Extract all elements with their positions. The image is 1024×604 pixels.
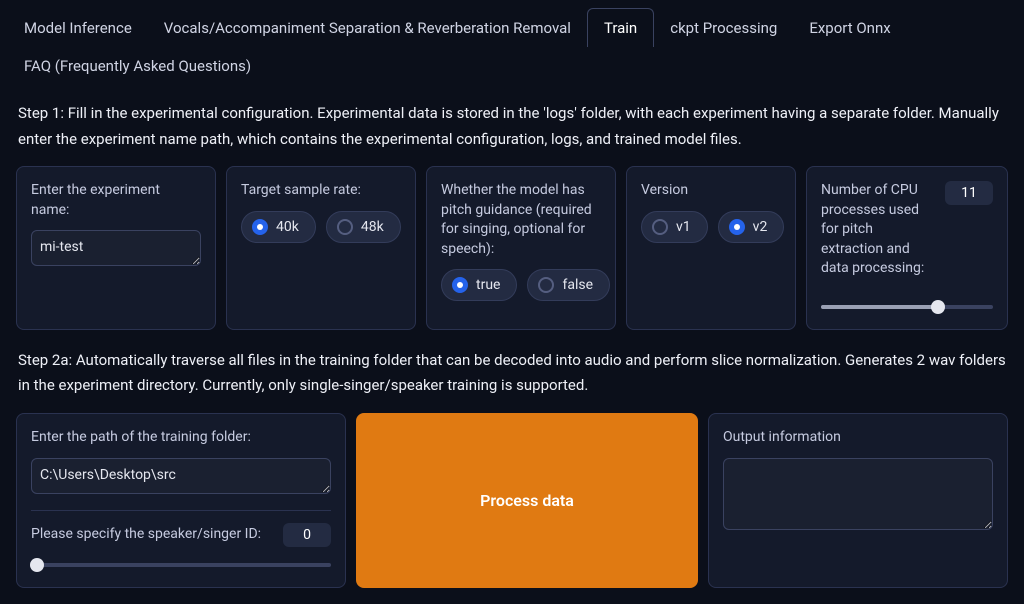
slider-speaker-id[interactable]	[31, 557, 331, 573]
radio-dot-icon	[452, 277, 468, 293]
radio-version-v2[interactable]: v2	[718, 211, 785, 243]
value-cpu-processes: 11	[945, 181, 993, 205]
label-cpu-processes: Number of CPU processes used for pitch e…	[821, 181, 935, 279]
radio-version-v1[interactable]: v1	[641, 211, 708, 243]
tab-faq[interactable]: FAQ (Frequently Asked Questions)	[8, 47, 267, 85]
input-training-path[interactable]: C:\Users\Desktop\src	[31, 458, 331, 494]
card-training-path: Enter the path of the training folder: C…	[16, 413, 346, 588]
step1-description: Step 1: Fill in the experimental configu…	[18, 101, 1006, 152]
step2a-description: Step 2a: Automatically traverse all file…	[18, 348, 1006, 399]
output-textarea[interactable]	[723, 458, 993, 530]
card-sample-rate: Target sample rate: 40k 48k	[226, 166, 416, 330]
card-output-info: Output information	[708, 413, 1008, 588]
tab-export-onnx[interactable]: Export Onnx	[793, 9, 906, 47]
button-label: Process data	[480, 491, 574, 510]
radio-label: true	[476, 277, 500, 293]
radio-dot-icon	[252, 219, 268, 235]
tab-content-train: Step 1: Fill in the experimental configu…	[0, 85, 1024, 604]
radio-pitch-false[interactable]: false	[527, 269, 610, 301]
label-sample-rate: Target sample rate:	[241, 181, 401, 201]
slider-thumb[interactable]	[931, 300, 945, 314]
tab-model-inference[interactable]: Model Inference	[8, 9, 148, 47]
radio-dot-icon	[652, 219, 668, 235]
card-experiment-name: Enter the experiment name: mi-test	[16, 166, 216, 330]
tab-separation[interactable]: Vocals/Accompaniment Separation & Reverb…	[148, 9, 587, 47]
radio-label: 48k	[361, 219, 384, 235]
slider-fill	[821, 305, 938, 309]
radio-label: v2	[753, 219, 768, 235]
slider-thumb[interactable]	[30, 558, 44, 572]
label-pitch-guidance: Whether the model has pitch guidance (re…	[441, 181, 601, 259]
radio-label: false	[562, 277, 593, 293]
radio-dot-icon	[538, 277, 554, 293]
tab-bar: Model Inference Vocals/Accompaniment Sep…	[0, 0, 1024, 85]
step1-row: Enter the experiment name: mi-test Targe…	[16, 166, 1008, 330]
label-version: Version	[641, 181, 781, 201]
radio-label: v1	[676, 219, 691, 235]
slider-track	[31, 563, 331, 567]
slider-cpu-processes[interactable]	[821, 299, 993, 315]
radio-dot-icon	[729, 219, 745, 235]
tab-train[interactable]: Train	[587, 8, 654, 47]
card-version: Version v1 v2	[626, 166, 796, 330]
label-speaker-id: Please specify the speaker/singer ID:	[31, 525, 269, 545]
step2a-row: Enter the path of the training folder: C…	[16, 413, 1008, 588]
radio-dot-icon	[337, 219, 353, 235]
divider	[31, 510, 331, 511]
label-experiment-name: Enter the experiment name:	[31, 181, 201, 220]
card-cpu-processes: Number of CPU processes used for pitch e…	[806, 166, 1008, 330]
radio-sr-48k[interactable]: 48k	[326, 211, 401, 243]
tab-ckpt[interactable]: ckpt Processing	[654, 9, 793, 47]
card-pitch-guidance: Whether the model has pitch guidance (re…	[426, 166, 616, 330]
value-speaker-id: 0	[283, 523, 331, 547]
radio-label: 40k	[276, 219, 299, 235]
label-output-info: Output information	[723, 428, 993, 448]
input-experiment-name[interactable]: mi-test	[31, 230, 201, 266]
process-data-button[interactable]: Process data	[356, 413, 698, 588]
label-training-path: Enter the path of the training folder:	[31, 428, 331, 448]
radio-sr-40k[interactable]: 40k	[241, 211, 316, 243]
radio-pitch-true[interactable]: true	[441, 269, 517, 301]
